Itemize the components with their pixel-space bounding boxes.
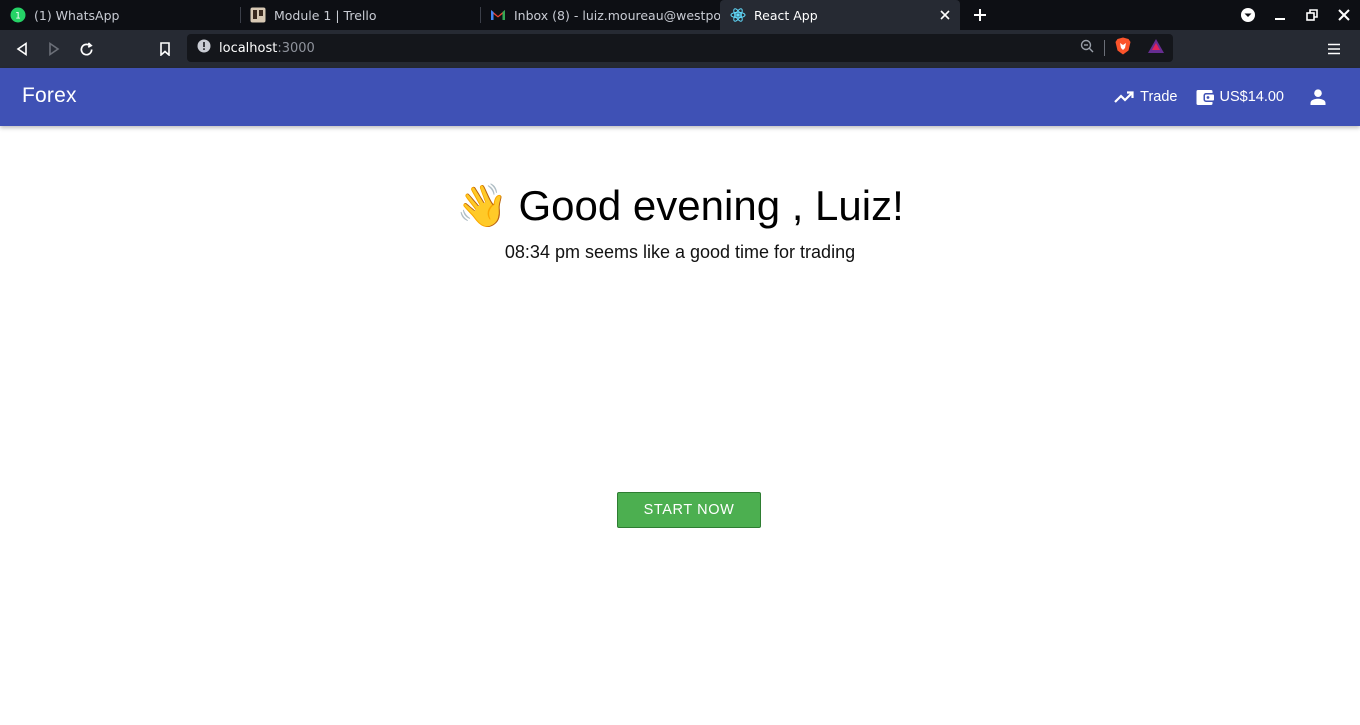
browser-tab-strip: 1 (1) WhatsApp Module 1 | Trello Inbox (… <box>0 0 1360 30</box>
app-bar-actions: Trade US$14.00 <box>1114 68 1332 126</box>
close-icon <box>1338 9 1350 21</box>
browser-toolbar: localhost:3000 <box>0 30 1360 68</box>
info-icon[interactable] <box>197 39 211 58</box>
forward-icon <box>49 42 60 56</box>
tab-title: Module 1 | Trello <box>274 7 377 23</box>
react-icon <box>730 7 746 23</box>
wallet-icon <box>1196 89 1214 105</box>
trending-up-icon <box>1114 91 1134 103</box>
greeting-subtitle: 08:34 pm seems like a good time for trad… <box>504 242 856 262</box>
hamburger-menu-icon <box>1328 43 1340 55</box>
plus-icon <box>974 9 986 21</box>
account-button[interactable] <box>1310 89 1332 105</box>
person-icon <box>1310 89 1326 105</box>
url-text: localhost:3000 <box>219 41 315 56</box>
window-controls <box>1232 0 1360 30</box>
tab-title: (1) WhatsApp <box>34 7 120 23</box>
separator <box>1104 40 1105 56</box>
trade-button[interactable]: Trade <box>1114 89 1178 105</box>
minimize-icon <box>1275 18 1285 20</box>
back-button[interactable] <box>6 33 38 65</box>
greeting-text: Good evening , Luiz! <box>518 182 904 229</box>
close-icon[interactable] <box>936 6 954 24</box>
restore-button[interactable] <box>1296 0 1328 30</box>
svg-text:1: 1 <box>15 12 21 22</box>
reload-icon <box>80 41 93 55</box>
wallet-balance: US$14.00 <box>1219 89 1285 105</box>
tab-title: Inbox (8) - luiz.moureau@westpoi <box>514 7 720 23</box>
start-now-button[interactable]: START NOW <box>617 492 761 528</box>
back-icon <box>16 42 27 56</box>
tab-trello[interactable]: Module 1 | Trello <box>240 0 480 30</box>
brave-shields-icon[interactable] <box>1115 37 1131 60</box>
zoom-icon[interactable] <box>1080 39 1094 58</box>
trello-icon <box>250 7 266 23</box>
new-tab-button[interactable] <box>960 0 1000 30</box>
chevron-down-circle-icon <box>1241 8 1255 22</box>
bookmark-icon <box>160 42 170 56</box>
minimize-button[interactable] <box>1264 0 1296 30</box>
url-port: :3000 <box>277 40 315 56</box>
address-bar[interactable]: localhost:3000 <box>187 34 1173 62</box>
tab-react-app[interactable]: React App <box>720 0 960 30</box>
trade-label: Trade <box>1140 89 1178 105</box>
tab-whatsapp[interactable]: 1 (1) WhatsApp <box>0 0 240 30</box>
tab-gmail[interactable]: Inbox (8) - luiz.moureau@westpoi <box>480 0 720 30</box>
reload-button[interactable] <box>70 33 102 65</box>
forward-button[interactable] <box>38 33 70 65</box>
brand-title[interactable]: Forex <box>22 84 77 108</box>
whatsapp-icon: 1 <box>10 7 26 23</box>
restore-icon <box>1306 9 1318 21</box>
waving-hand-icon: 👋 <box>456 181 509 230</box>
brave-rewards-icon[interactable] <box>1147 38 1165 59</box>
browser-menu-button[interactable] <box>1318 33 1350 65</box>
wallet-button[interactable]: US$14.00 <box>1196 89 1285 106</box>
gmail-icon <box>490 7 506 23</box>
url-host: localhost <box>219 40 278 56</box>
tab-title: React App <box>754 7 818 23</box>
app-bar: Forex Trade US$14.00 <box>0 68 1360 126</box>
greeting-heading: 👋 Good evening , Luiz! <box>0 178 1360 234</box>
close-window-button[interactable] <box>1328 0 1360 30</box>
bookmark-button[interactable] <box>149 33 181 65</box>
tab-search-button[interactable] <box>1232 0 1264 30</box>
